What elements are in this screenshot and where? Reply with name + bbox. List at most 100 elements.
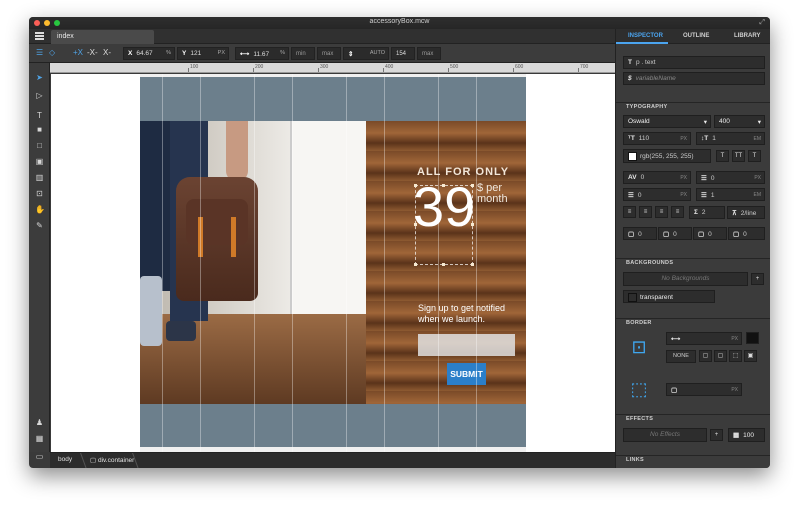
padding-left-field[interactable]: ▢ 0 [728,227,765,240]
backgrounds-list[interactable]: No Backgrounds [623,272,748,286]
padding-icon: ▢ [733,231,740,238]
border-solid-icon[interactable]: ▢ [699,350,712,362]
geometry-toolbar: ☰ ◇ +X -X- X- X 64.67 % Y 121 PX ⟷ 11.67 % … [29,44,615,63]
box-tool-icon[interactable]: □ [35,141,44,150]
price-suffix[interactable]: $ per month [477,183,508,205]
hamburger-menu-icon[interactable] [35,32,44,40]
tab-library[interactable]: LIBRARY [734,33,760,39]
height-field[interactable]: ⇕ AUTO [343,47,389,60]
padding-top-field[interactable]: ▢ 0 [623,227,657,240]
text-element-icon: T [628,59,632,66]
opacity-field[interactable]: ▦ 100 [728,428,765,442]
tab-inspector[interactable]: INSPECTOR [628,33,663,39]
add-background-button[interactable]: + [751,273,764,285]
signup-text[interactable]: Sign up to get notified when we launch. [418,303,528,325]
door-frame [290,121,366,321]
hand-tool-icon[interactable]: ✋ [35,205,45,214]
column-tool-icon[interactable]: ▥ [35,173,44,182]
text-color-field[interactable]: rgb(255, 255, 255) [623,149,711,163]
align-center-icon[interactable]: ≡ [639,206,652,218]
position-left-icon[interactable]: +X [73,48,83,57]
eyedropper-icon[interactable]: ✎ [35,221,44,230]
ruler-mark: 100 [190,64,199,70]
padding-right-field[interactable]: ▢ 0 [658,227,692,240]
height-max-field[interactable]: max [417,47,441,60]
line-clamp-field[interactable]: ⊼ 2/line [727,206,765,219]
image-tool-icon[interactable]: ▣ [35,157,44,166]
italic-text-icon[interactable]: T [716,150,729,162]
letter-spacing-field[interactable]: AV 0 PX [623,171,691,184]
letter-spacing-icon: AV [628,174,637,181]
align-right-icon[interactable]: ≡ [655,206,668,218]
border-radius-field[interactable]: ▢ PX [666,383,742,396]
anchor-icon[interactable]: ◇ [49,48,55,57]
select-arrow-icon[interactable]: ➤ [35,73,44,82]
height-value-field[interactable]: 154 [391,47,415,60]
width-min-field[interactable]: min [291,47,315,60]
word-spacing-field[interactable]: ☰ 0 PX [696,171,765,184]
columns-field[interactable]: Σ2 [689,206,725,219]
padding-bottom-field[interactable]: ▢ 0 [693,227,727,240]
align-icon[interactable]: ☰ [36,48,43,57]
width-max-field[interactable]: max [317,47,341,60]
border-dotted-icon[interactable]: ⬚ [729,350,742,362]
resize-handle[interactable] [471,263,474,266]
submit-button[interactable]: SUBMIT [447,363,486,385]
uppercase-text-icon[interactable]: TT [732,150,745,162]
border-dashed-icon[interactable]: ▢ [714,350,727,362]
comment-icon[interactable]: ▭ [35,452,44,461]
font-family-select[interactable]: Oswald ▾ [623,115,711,128]
rectangle-tool-icon[interactable]: ■ [35,125,44,134]
y-position-field[interactable]: Y 121 PX [177,47,229,60]
border-double-icon[interactable]: ▣ [744,350,757,362]
align-justify-icon[interactable]: ≡ [671,206,684,218]
border-style-select[interactable]: NONE [666,350,696,363]
font-size-field[interactable]: ᵀT 110 PX [623,132,691,145]
resize-handle[interactable] [442,263,445,266]
ruler-tick [253,68,254,72]
effects-section-title: EFFECTS [626,416,654,422]
design-canvas[interactable]: ALL FOR ONLY 39 $ per month Sign up to g… [51,74,615,452]
border-radius-icon[interactable]: ⬚ [627,377,651,401]
breadcrumb-body[interactable]: body [58,456,72,463]
tab-outline[interactable]: OUTLINE [683,33,709,39]
email-input[interactable] [418,334,515,356]
line-height-field[interactable]: ↕T 1 EM [696,132,765,145]
fullscreen-icon[interactable]: ⤢ [759,19,765,27]
tab-index[interactable]: index [51,30,154,44]
background-color-field[interactable]: transparent [623,290,715,303]
font-weight-select[interactable]: 400 ▾ [714,115,765,128]
text-indent-field[interactable]: ☰ 0 PX [623,188,691,201]
border-color-swatch[interactable] [746,332,759,344]
leg-left [140,121,170,291]
chevron-down-icon: ▾ [757,119,761,126]
resize-handle[interactable] [414,263,417,266]
horizontal-ruler: 100 200 300 400 500 600 700 [50,63,615,73]
ruler-mark: 600 [515,64,524,70]
effects-list[interactable]: No Effects [623,428,707,442]
underline-text-icon[interactable]: T [748,150,761,162]
position-center-icon[interactable]: -X- [87,48,98,57]
title-bar: accessoryBox.mcw ⤢ [29,17,770,29]
text-tool-icon[interactable]: T [35,111,44,120]
position-right-icon[interactable]: X- [103,48,111,57]
x-position-field[interactable]: X 64.67 % [123,47,175,60]
links-section-title: LINKS [626,457,644,463]
border-sides-icon[interactable]: ⊡ [627,335,651,359]
width-field[interactable]: ⟷ 11.67 % [235,47,289,60]
direct-select-icon[interactable]: ▷ [35,91,44,100]
border-width-field[interactable]: ⟷ PX [666,332,742,345]
crop-tool-icon[interactable]: ⊡ [35,189,44,198]
backpack-photo[interactable] [140,121,366,404]
variable-name-field[interactable]: $ variableName [623,72,765,85]
user-icon[interactable]: ♟ [35,418,44,427]
inspector-panel: INSPECTOR OUTLINE LIBRARY Tp . text $ var… [615,29,770,468]
paragraph-spacing-field[interactable]: ☰ 1 EM [696,188,765,201]
line-height-icon: ↕T [701,135,709,142]
align-left-icon[interactable]: ≡ [623,206,636,218]
add-effect-button[interactable]: + [710,429,723,441]
element-selector-field[interactable]: Tp . text [623,56,765,69]
price-text[interactable]: 39 [413,178,475,236]
grid-icon[interactable]: ▦ [35,434,44,443]
section-divider [616,258,770,259]
